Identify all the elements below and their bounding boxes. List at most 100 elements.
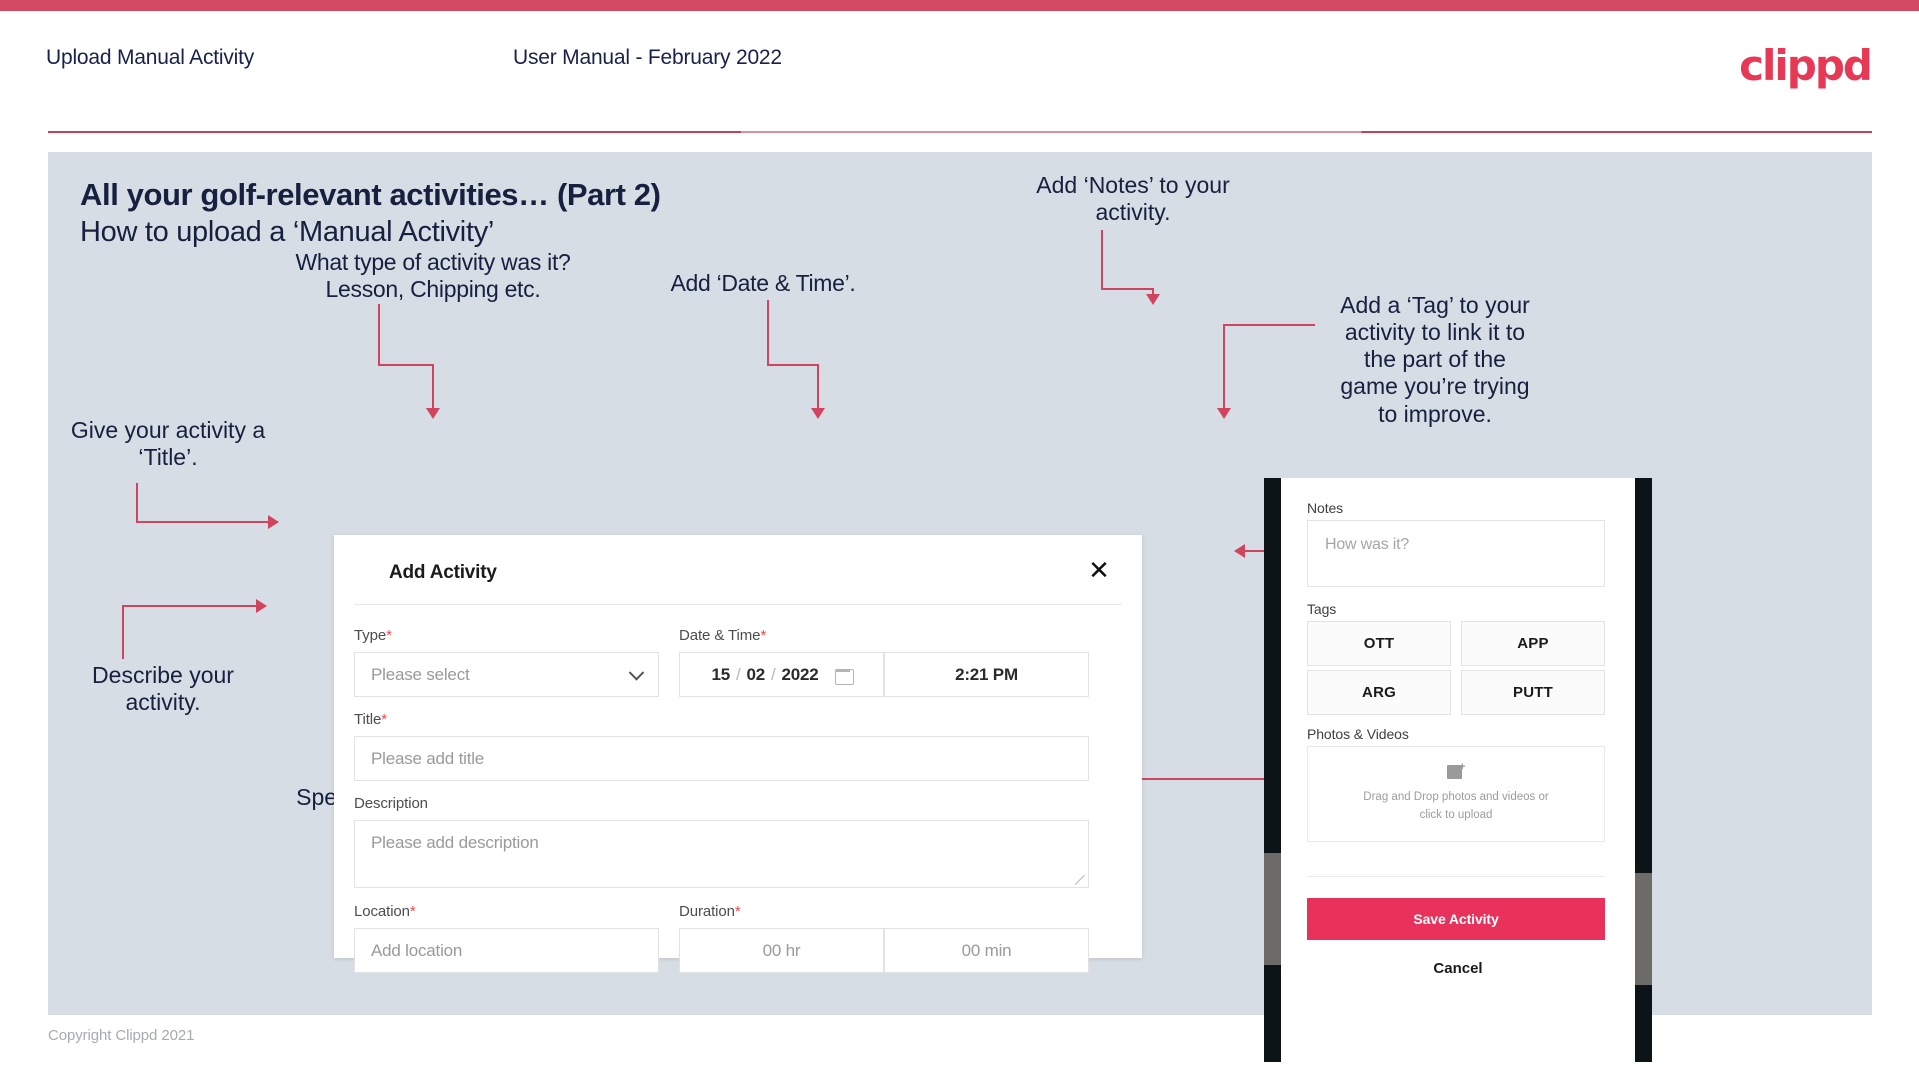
notes-label: Notes <box>1307 500 1344 516</box>
clippd-logo: clippd <box>1739 41 1873 90</box>
page-header: Upload Manual Activity User Manual - Feb… <box>0 11 1919 133</box>
datetime-required-asterisk: * <box>760 627 767 644</box>
type-label-text: Type <box>354 627 387 644</box>
top-accent-bar <box>0 0 1919 11</box>
tag-putt-label: PUTT <box>1513 684 1553 701</box>
arrowhead-notes <box>1146 294 1160 305</box>
dialog-title: Add Activity <box>389 562 497 583</box>
title-label-text: Title <box>354 711 382 728</box>
slide-canvas: All your golf-relevant activities… (Part… <box>48 152 1872 1062</box>
phone-power-button-right <box>1635 873 1652 985</box>
description-placeholder: Please add description <box>371 833 539 852</box>
location-input[interactable]: Add location <box>354 928 659 973</box>
time-value: 2:21 PM <box>955 664 1018 684</box>
date-month: 02 <box>746 664 765 684</box>
add-image-icon: + <box>1446 762 1466 780</box>
slide-title: All your golf-relevant activities… (Part… <box>80 177 661 212</box>
title-placeholder: Please add title <box>371 748 485 768</box>
connector-title-h <box>136 521 270 523</box>
arrowhead-description <box>256 599 267 613</box>
header-left-title: Upload Manual Activity <box>46 46 255 69</box>
type-placeholder: Please select <box>371 664 470 684</box>
connector-desc-v <box>122 605 124 659</box>
duration-hours-value: 00 hr <box>762 940 801 960</box>
description-label-text: Description <box>354 795 428 812</box>
title-input[interactable]: Please add title <box>354 736 1089 781</box>
annotation-datetime: Add ‘Date & Time’. <box>670 270 856 296</box>
annotation-type: What type of activity was it? Lesson, Chi… <box>295 249 571 303</box>
date-day: 15 <box>711 664 730 684</box>
footer-copyright: Copyright Clippd 2021 <box>48 1027 195 1044</box>
annotation-description: Describe your activity. <box>92 662 234 716</box>
duration-label: Duration* <box>679 903 741 920</box>
dropzone-text: Drag and Drop photos and videos or click… <box>1363 789 1548 825</box>
save-activity-label: Save Activity <box>1413 911 1499 927</box>
type-select[interactable]: Please select <box>354 652 659 697</box>
date-input[interactable]: 15 / 02 / 2022 <box>679 652 884 697</box>
connector-dt-h <box>767 364 819 366</box>
description-label: Description <box>354 795 428 812</box>
cancel-button[interactable]: Cancel <box>1281 960 1635 977</box>
add-activity-dialog: Add Activity ✕ Type* Please select Date … <box>334 535 1142 973</box>
photos-label: Photos & Videos <box>1307 726 1409 742</box>
resize-handle-icon[interactable] <box>1075 875 1085 885</box>
duration-hours-input[interactable]: 00 hr <box>679 928 884 973</box>
arrowhead-photos <box>1234 544 1245 558</box>
tag-app-label: APP <box>1517 635 1549 652</box>
arrowhead-datetime <box>811 408 825 419</box>
type-label: Type* <box>354 627 392 644</box>
location-required-asterisk: * <box>409 903 416 920</box>
type-required-asterisk: * <box>386 627 392 644</box>
connector-notes-v1 <box>1101 230 1103 290</box>
description-textarea[interactable]: Please add description <box>354 820 1089 888</box>
datetime-label-text: Date & Time <box>679 627 761 644</box>
connector-dt-v2 <box>817 364 819 410</box>
date-value: 15 / 02 / 2022 <box>711 664 854 685</box>
tag-arg-label: ARG <box>1362 684 1396 701</box>
duration-required-asterisk: * <box>734 903 741 920</box>
phone-divider <box>1307 876 1605 877</box>
dialog-header-divider <box>354 604 1122 605</box>
dropzone-line2: click to upload <box>1419 809 1493 821</box>
slide-subtitle: How to upload a ‘Manual Activity’ <box>80 216 495 248</box>
connector-title-v <box>136 483 138 523</box>
phone-mockup: Notes How was it? Tags OTT APP ARG PUTT … <box>1264 478 1652 1062</box>
duration-label-text: Duration <box>679 903 735 920</box>
calendar-icon[interactable] <box>834 666 854 685</box>
title-required-asterisk: * <box>381 711 388 728</box>
notes-placeholder: How was it? <box>1325 536 1410 553</box>
connector-desc-h <box>122 605 258 607</box>
annotation-notes: Add ‘Notes’ to your activity. <box>1036 172 1230 226</box>
location-placeholder: Add location <box>371 940 463 960</box>
location-label-text: Location <box>354 903 410 920</box>
photo-dropzone[interactable]: + Drag and Drop photos and videos or cli… <box>1307 746 1605 842</box>
annotation-tags: Add a ‘Tag’ to your activity to link it t… <box>1340 292 1530 427</box>
location-label: Location* <box>354 903 416 920</box>
connector-tags-v <box>1223 324 1225 410</box>
connector-dt-v1 <box>767 300 769 366</box>
header-center-title: User Manual - February 2022 <box>513 46 782 69</box>
dropzone-line1: Drag and Drop photos and videos or <box>1363 791 1549 804</box>
close-icon[interactable]: ✕ <box>1082 553 1116 587</box>
cancel-label: Cancel <box>1433 960 1483 977</box>
title-label: Title* <box>354 711 387 728</box>
header-divider <box>48 131 1872 133</box>
phone-bezel-left <box>1264 478 1281 1062</box>
connector-type-v2 <box>432 364 434 410</box>
duration-minutes-input[interactable]: 00 min <box>884 928 1089 973</box>
connector-type-h <box>378 364 434 366</box>
save-activity-button[interactable]: Save Activity <box>1307 898 1605 940</box>
connector-type-v1 <box>378 304 380 366</box>
arrowhead-tags <box>1217 408 1231 419</box>
tag-ott[interactable]: OTT <box>1307 621 1451 666</box>
phone-volume-button-left <box>1264 853 1281 965</box>
annotation-title: Give your activity a ‘Title’. <box>70 417 266 471</box>
tag-putt[interactable]: PUTT <box>1461 670 1605 715</box>
tags-label: Tags <box>1307 601 1337 617</box>
chevron-down-icon <box>628 664 645 681</box>
date-sep-2: / <box>771 664 776 684</box>
tag-arg[interactable]: ARG <box>1307 670 1451 715</box>
datetime-label: Date & Time* <box>679 627 766 644</box>
tag-app[interactable]: APP <box>1461 621 1605 666</box>
time-input[interactable]: 2:21 PM <box>884 652 1089 697</box>
